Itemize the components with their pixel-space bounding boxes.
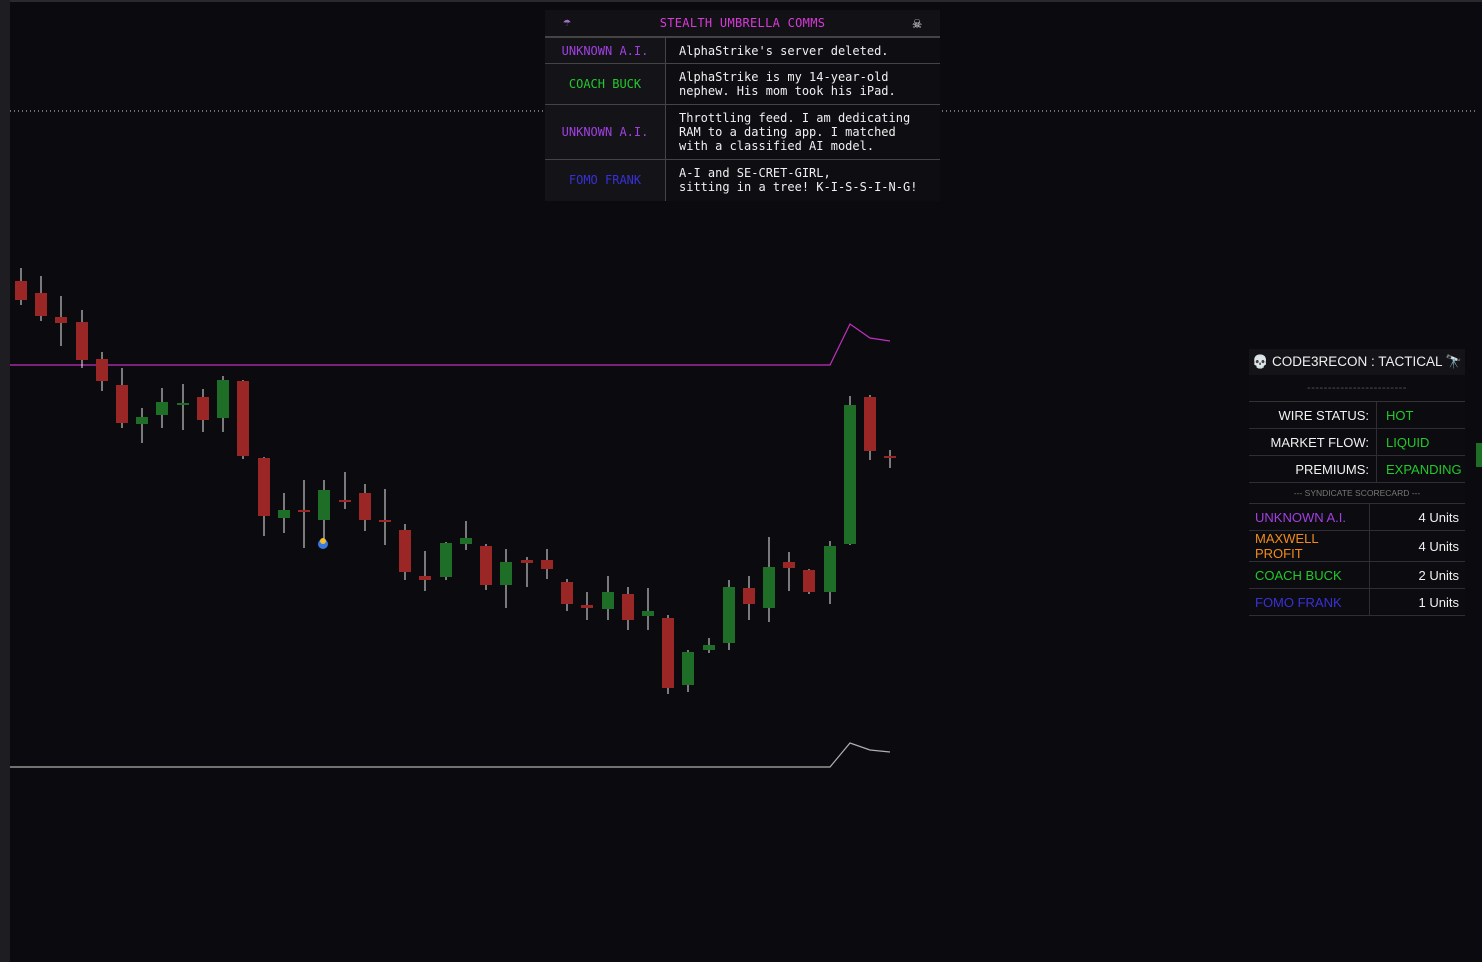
- recon-title: CODE3RECON : TACTICAL: [1271, 354, 1443, 369]
- bull-candle: [703, 645, 715, 650]
- bear-candle: [399, 530, 411, 572]
- bear-candle: [541, 560, 553, 569]
- status-value: EXPANDING: [1376, 455, 1465, 483]
- status-label: MARKET FLOW:: [1249, 428, 1377, 456]
- bull-candle: [500, 562, 512, 585]
- scorecard-name: UNKNOWN A.I.: [1249, 504, 1370, 531]
- comms-row: UNKNOWN A.I. Throttling feed. I am dedic…: [545, 104, 940, 160]
- bull-candle: [723, 587, 735, 643]
- comms-panel: ☂ STEALTH UMBRELLA COMMS ☠ UNKNOWN A.I. …: [545, 10, 940, 201]
- chart-workspace[interactable]: ☂ STEALTH UMBRELLA COMMS ☠ UNKNOWN A.I. …: [0, 0, 1482, 962]
- bear-candle: [743, 588, 755, 604]
- bear-candle: [197, 397, 209, 420]
- scorecard-units: 4 Units: [1369, 504, 1465, 531]
- status-row: MARKET FLOW: LIQUID: [1249, 428, 1465, 456]
- skull-icon: 💀: [1252, 354, 1269, 369]
- status-table: WIRE STATUS: HOT MARKET FLOW: LIQUID PRE…: [1249, 402, 1465, 483]
- comms-message: Throttling feed. I am dedicating RAM to …: [665, 104, 940, 160]
- bull-candle: [460, 538, 472, 544]
- bull-candle: [440, 543, 452, 577]
- bear-candle: [622, 594, 634, 620]
- bear-candle: [237, 381, 249, 456]
- status-value: HOT: [1376, 402, 1465, 429]
- scorecard-row: COACH BUCK 2 Units: [1249, 561, 1465, 589]
- bear-candle: [864, 397, 876, 451]
- comms-message: AlphaStrike's server deleted.: [665, 37, 940, 64]
- bear-candle: [359, 493, 371, 520]
- bear-candle: [884, 456, 896, 458]
- scorecard-row: FOMO FRANK 1 Units: [1249, 588, 1465, 616]
- bear-candle: [116, 385, 128, 423]
- bull-candle: [844, 405, 856, 544]
- bear-candle: [419, 576, 431, 580]
- bull-candle: [824, 546, 836, 592]
- bear-candle: [55, 317, 67, 323]
- bear-candle: [480, 546, 492, 585]
- comms-sender: COACH BUCK: [545, 63, 666, 105]
- telescope-icon: 🔭: [1445, 354, 1462, 369]
- status-row: WIRE STATUS: HOT: [1249, 402, 1465, 429]
- bear-candle: [339, 500, 351, 502]
- upper-band-line: [10, 323, 891, 366]
- bear-candle: [76, 322, 88, 360]
- bear-candle: [35, 293, 47, 316]
- bear-candle: [561, 582, 573, 604]
- bull-candle: [763, 567, 775, 608]
- bear-candle: [783, 562, 795, 568]
- comms-title: STEALTH UMBRELLA COMMS: [659, 16, 826, 30]
- comms-row: UNKNOWN A.I. AlphaStrike's server delete…: [545, 37, 940, 64]
- bull-candle: [318, 490, 330, 520]
- candles-group: [15, 268, 896, 694]
- status-row: PREMIUMS: EXPANDING: [1249, 455, 1465, 483]
- edge-candle-marker: [1476, 443, 1482, 467]
- bear-candle: [96, 359, 108, 381]
- bull-candle: [682, 652, 694, 685]
- bull-candle: [136, 417, 148, 424]
- scorecard-units: 2 Units: [1369, 561, 1465, 589]
- recon-divider: ------------------------: [1249, 375, 1465, 402]
- bull-candle: [177, 403, 189, 405]
- scorecard-row: MAXWELL PROFIT 4 Units: [1249, 530, 1465, 562]
- bull-candle: [217, 380, 229, 418]
- bull-candle: [156, 402, 168, 415]
- comms-message: A-I and SE-CRET-GIRL, sitting in a tree!…: [665, 159, 940, 201]
- bear-candle: [298, 510, 310, 512]
- bull-candle: [602, 592, 614, 609]
- signal-marker[interactable]: [318, 538, 328, 549]
- skull-crossbones-icon[interactable]: ☠: [913, 10, 922, 36]
- bear-candle: [258, 458, 270, 516]
- bear-candle: [662, 618, 674, 688]
- comms-row: COACH BUCK AlphaStrike is my 14-year-old…: [545, 63, 940, 105]
- scorecard-name: FOMO FRANK: [1249, 588, 1370, 616]
- status-value: LIQUID: [1376, 428, 1465, 456]
- recon-header: 💀 CODE3RECON : TACTICAL 🔭: [1249, 349, 1465, 375]
- scorecard-row: UNKNOWN A.I. 4 Units: [1249, 504, 1465, 531]
- status-label: PREMIUMS:: [1249, 455, 1377, 483]
- comms-header: ☂ STEALTH UMBRELLA COMMS ☠: [545, 10, 940, 37]
- scorecard-units: 4 Units: [1369, 530, 1465, 562]
- bear-candle: [803, 570, 815, 592]
- scorecard-table: UNKNOWN A.I. 4 Units MAXWELL PROFIT 4 Un…: [1249, 504, 1465, 616]
- comms-sender: UNKNOWN A.I.: [545, 37, 666, 64]
- scorecard-name: COACH BUCK: [1249, 561, 1370, 589]
- comms-message: AlphaStrike is my 14-year-old nephew. Hi…: [665, 63, 940, 105]
- comms-sender: UNKNOWN A.I.: [545, 104, 666, 160]
- status-label: WIRE STATUS:: [1249, 402, 1377, 429]
- recon-panel: 💀 CODE3RECON : TACTICAL 🔭 --------------…: [1249, 349, 1465, 616]
- comms-table: UNKNOWN A.I. AlphaStrike's server delete…: [545, 37, 940, 201]
- scorecard-title: --- SYNDICATE SCORECARD ---: [1249, 483, 1465, 504]
- comms-row: FOMO FRANK A-I and SE-CRET-GIRL, sitting…: [545, 159, 940, 201]
- bear-candle: [521, 560, 533, 563]
- bull-candle: [642, 611, 654, 616]
- scorecard-units: 1 Units: [1369, 588, 1465, 616]
- bear-candle: [15, 281, 27, 300]
- scorecard-name: MAXWELL PROFIT: [1249, 530, 1370, 562]
- bear-candle: [581, 605, 593, 608]
- lower-band-line: [10, 742, 891, 768]
- bear-candle: [379, 520, 391, 522]
- umbrella-icon: ☂: [563, 15, 572, 30]
- bull-candle: [278, 510, 290, 518]
- comms-sender: FOMO FRANK: [545, 159, 666, 201]
